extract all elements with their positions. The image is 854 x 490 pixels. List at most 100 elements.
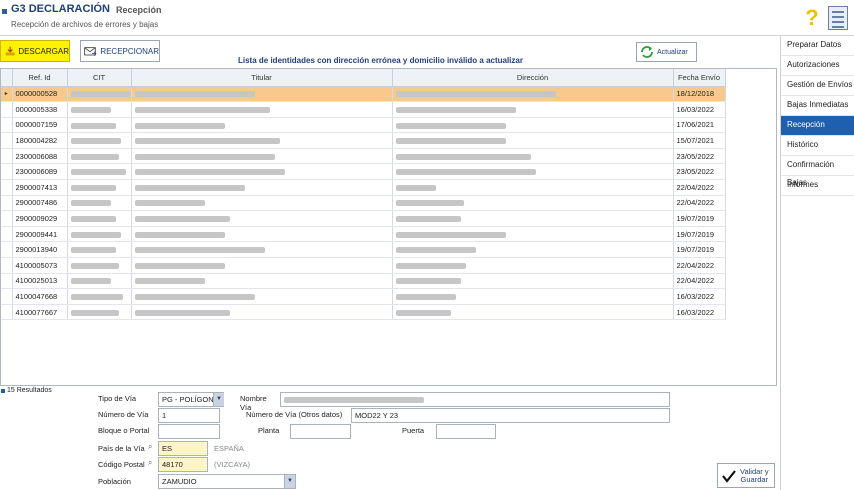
cell-fecha-envio[interactable]: 16/03/2022 (673, 304, 726, 321)
cell-cit[interactable] (67, 195, 132, 212)
cell-fecha-envio[interactable]: 16/03/2022 (673, 101, 726, 118)
cell-ref-id[interactable]: 0000005338 (12, 101, 68, 118)
cell-cit[interactable] (67, 288, 132, 305)
cell-titular[interactable] (131, 304, 393, 321)
cell-fecha-envio[interactable]: 22/04/2022 (673, 179, 726, 196)
numero-via-input[interactable]: 1 (158, 408, 220, 423)
sidebar-item-confirmación-bajas[interactable]: Confirmación Bajas (781, 156, 854, 187)
nombre-via-input[interactable] (280, 392, 670, 407)
pais-search-icon[interactable]: ⌕ (148, 442, 152, 452)
cell-direccion[interactable] (392, 210, 674, 227)
cell-titular[interactable] (131, 257, 393, 274)
cell-ref-id[interactable]: 0000007159 (12, 117, 68, 134)
cell-fecha-envio[interactable]: 17/06/2021 (673, 117, 726, 134)
cell-direccion[interactable] (392, 241, 674, 259)
column-header-cit[interactable]: CIT (67, 69, 132, 87)
table-row[interactable]: 2900009029 19/07/2019 (1, 210, 726, 227)
cell-direccion[interactable] (392, 288, 674, 305)
cell-direccion[interactable] (392, 163, 674, 181)
cell-fecha-envio[interactable]: 23/05/2022 (673, 163, 726, 181)
cell-cit[interactable] (67, 117, 132, 134)
cell-titular[interactable] (131, 226, 393, 243)
codigo-postal-search-icon[interactable]: ⌕ (148, 458, 152, 468)
cell-cit[interactable] (67, 148, 132, 165)
actualizar-button[interactable]: Actualizar (636, 42, 697, 62)
cell-fecha-envio[interactable]: 15/07/2021 (673, 132, 726, 149)
cell-fecha-envio[interactable]: 18/12/2018 (673, 86, 726, 103)
table-row[interactable]: 4100047668 16/03/2022 (1, 288, 726, 305)
sidebar-item-autorizaciones[interactable]: Autorizaciones (781, 56, 854, 76)
cell-fecha-envio[interactable]: 19/07/2019 (673, 241, 726, 259)
sidebar-item-preparar-datos[interactable]: Preparar Datos (781, 36, 854, 56)
cell-ref-id[interactable]: 4100025013 (12, 273, 68, 290)
sidebar-item-histórico[interactable]: Histórico (781, 136, 854, 156)
codigo-postal-input[interactable]: 48170 (158, 457, 208, 472)
table-row[interactable]: 0000007159 17/06/2021 (1, 117, 726, 134)
table-row[interactable]: 2900013940 19/07/2019 (1, 241, 726, 259)
table-row[interactable]: 2900007413 22/04/2022 (1, 179, 726, 196)
cell-ref-id[interactable]: 2300006088 (12, 148, 68, 165)
bloque-input[interactable] (158, 424, 220, 439)
cell-ref-id[interactable]: 2900007486 (12, 195, 68, 212)
table-row[interactable]: 0000005338 16/03/2022 (1, 101, 726, 118)
numero-via-otros-input[interactable]: MOD22 Y 23 (351, 408, 670, 423)
cell-cit[interactable] (67, 273, 132, 290)
cell-ref-id[interactable]: 1800004282 (12, 132, 68, 149)
cell-titular[interactable] (131, 241, 393, 259)
tipo-via-dropdown-icon[interactable]: ▼ (213, 393, 224, 406)
help-icon[interactable]: ? (803, 6, 821, 30)
validar-guardar-button[interactable]: Validar y Guardar (717, 463, 775, 488)
cell-titular[interactable] (131, 179, 393, 196)
cell-cit[interactable] (67, 163, 132, 181)
cell-ref-id[interactable]: 4100005073 (12, 257, 68, 274)
cell-direccion[interactable] (392, 195, 674, 212)
cell-titular[interactable] (131, 195, 393, 212)
table-row[interactable]: 2900009441 19/07/2019 (1, 226, 726, 243)
cell-cit[interactable] (67, 226, 132, 243)
column-header-ref-id[interactable]: Ref. Id (12, 69, 68, 87)
puerta-input[interactable] (436, 424, 496, 439)
cell-direccion[interactable] (392, 257, 674, 274)
table-row[interactable]: 1800004282 15/07/2021 (1, 132, 726, 149)
cell-direccion[interactable] (392, 179, 674, 196)
cell-direccion[interactable] (392, 148, 674, 165)
cell-ref-id[interactable]: 2900013940 (12, 241, 68, 259)
descargar-button[interactable]: DESCARGAR (0, 40, 70, 62)
table-row[interactable]: 2300006088 23/05/2022 (1, 148, 726, 165)
cell-ref-id[interactable]: 2900009029 (12, 210, 68, 227)
cell-titular[interactable] (131, 288, 393, 305)
table-row[interactable]: 4100025013 22/04/2022 (1, 273, 726, 290)
cell-ref-id[interactable]: 2900007413 (12, 179, 68, 196)
poblacion-dropdown-icon[interactable]: ▼ (284, 475, 295, 488)
cell-direccion[interactable] (392, 132, 674, 149)
cell-direccion[interactable] (392, 226, 674, 243)
cell-titular[interactable] (131, 210, 393, 227)
table-row[interactable]: ▸ 0000000528 18/12/2018 (1, 86, 726, 103)
cell-cit[interactable] (67, 179, 132, 196)
cell-direccion[interactable] (392, 273, 674, 290)
cell-direccion[interactable] (392, 304, 674, 321)
cell-direccion[interactable] (392, 101, 674, 118)
poblacion-select[interactable]: ZAMUDIO (158, 474, 296, 489)
cell-cit[interactable] (67, 304, 132, 321)
cell-direccion[interactable] (392, 117, 674, 134)
cell-cit[interactable] (67, 86, 132, 103)
column-header-direccion[interactable]: Dirección (392, 69, 674, 87)
sidebar-item-bajas-inmediatas[interactable]: Bajas Inmediatas (781, 96, 854, 116)
cell-ref-id[interactable]: 0000000528 (12, 86, 68, 103)
cell-titular[interactable] (131, 101, 393, 118)
cell-fecha-envio[interactable]: 16/03/2022 (673, 288, 726, 305)
cell-fecha-envio[interactable]: 19/07/2019 (673, 210, 726, 227)
cell-titular[interactable] (131, 163, 393, 181)
cell-direccion[interactable] (392, 86, 674, 103)
cell-titular[interactable] (131, 86, 393, 103)
cell-cit[interactable] (67, 101, 132, 118)
cell-cit[interactable] (67, 241, 132, 259)
table-row[interactable]: 4100077667 16/03/2022 (1, 304, 726, 321)
column-header-titular[interactable]: Titular (131, 69, 393, 87)
cell-titular[interactable] (131, 273, 393, 290)
cell-cit[interactable] (67, 132, 132, 149)
column-header-fecha-envio[interactable]: Fecha Envío (673, 69, 726, 87)
cell-ref-id[interactable]: 2300006089 (12, 163, 68, 181)
cell-titular[interactable] (131, 148, 393, 165)
